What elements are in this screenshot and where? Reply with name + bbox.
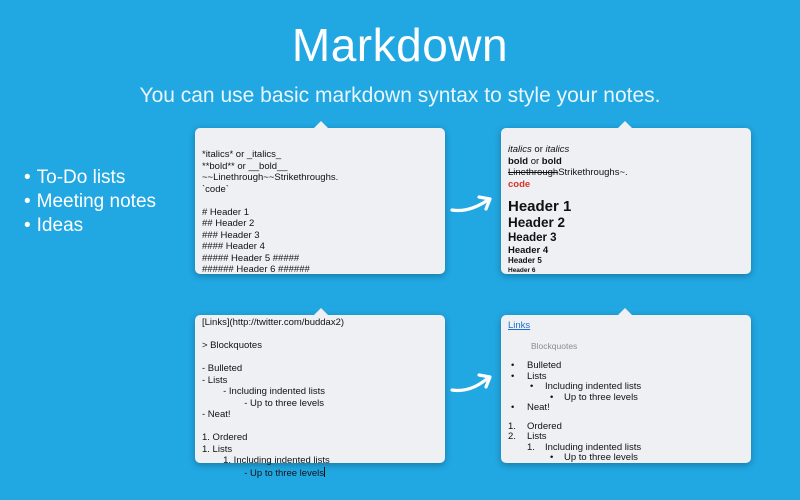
source-line: - Neat!	[202, 409, 231, 420]
bullet-mark: •	[550, 452, 554, 463]
feature-list: To-Do lists Meeting notes Ideas	[24, 166, 156, 238]
bold-text: bold	[541, 155, 562, 167]
source-line: - Lists	[202, 374, 228, 386]
source-line	[202, 421, 344, 433]
list-item: 2. Lists	[508, 431, 748, 442]
header-2: Header 2	[508, 215, 566, 230]
strike-line: LinethroughStrikethroughs~.	[508, 167, 628, 179]
markdown-preview: italics or italics bold or bold Linethro…	[508, 144, 628, 275]
header-4: Header 4	[508, 245, 549, 256]
list-item: • Neat!	[508, 402, 748, 413]
source-line: ##### Header 5 #####	[202, 252, 300, 264]
italic-text: italics	[508, 144, 532, 155]
feature-item: Ideas	[24, 214, 156, 238]
source-line: ## Header 2	[202, 218, 255, 229]
markdown-source-popover-bottom[interactable]: [Links](http://twitter.com/buddax2) > Bl…	[195, 308, 445, 479]
markdown-source-text[interactable]: *italics* or _italics_ **bold** or __bol…	[202, 149, 338, 276]
source-line: 1. Ordered	[202, 432, 248, 443]
source-line: - Up to three levels	[202, 397, 324, 409]
markdown-preview: Links Blockquotes • Bulleted • Lists • Incl…	[508, 320, 748, 463]
page-subtitle: You can use basic markdown syntax to sty…	[139, 84, 661, 107]
arrow-right-icon	[450, 195, 492, 213]
italic-text: italics	[545, 144, 570, 155]
connector-text: or	[531, 144, 546, 155]
feature-item: To-Do lists	[24, 166, 156, 190]
source-line: `code`	[202, 183, 229, 195]
source-line: - Including indented lists	[202, 386, 326, 397]
list-item: 1. Including indented lists	[508, 442, 748, 453]
list-item-text: Up to three levels	[564, 452, 638, 463]
source-line: ### Header 3	[202, 229, 260, 241]
strike-after-text: Strikethroughs~.	[558, 167, 628, 178]
list-item: • Including indented lists	[508, 381, 748, 392]
list-item: • Bulleted	[508, 360, 748, 371]
source-line: - Up to three levels	[202, 467, 324, 479]
source-line: *italics* or _italics_	[202, 149, 282, 160]
source-line: ~~Linethrough~~Strikethroughs.	[202, 172, 339, 183]
code-text: code	[508, 178, 531, 190]
list-item-text: Neat!	[527, 402, 550, 413]
text-cursor	[323, 466, 325, 477]
page-title: Markdown	[291, 19, 509, 71]
italics-line: italics or italics	[508, 144, 628, 156]
source-line: [Links](http://twitter.com/buddax2)	[202, 317, 345, 328]
source-line: # Header 1	[202, 206, 250, 218]
source-line: - Bulleted	[202, 363, 243, 374]
markdown-source-text[interactable]: [Links](http://twitter.com/buddax2) > Bl…	[202, 317, 344, 479]
list-item: • Lists	[508, 371, 748, 382]
header-6: Header 6	[508, 267, 536, 274]
feature-item: Meeting notes	[24, 190, 156, 214]
blockquote-text: Blockquotes	[531, 340, 578, 351]
header-1: Header 1	[508, 198, 572, 215]
source-line	[202, 195, 338, 207]
source-line: 1. Lists	[202, 443, 233, 455]
bold-line: bold or bold	[508, 156, 628, 168]
source-line: #### Header 4	[202, 241, 265, 252]
source-line	[202, 329, 344, 341]
bold-text: bold	[508, 155, 529, 167]
connector-text: or	[528, 155, 542, 167]
source-line	[202, 352, 344, 364]
bullet-mark: •	[511, 402, 515, 413]
list-item: • Up to three levels	[508, 392, 748, 403]
source-line: > Blockquotes	[202, 340, 262, 351]
strikethrough-text: Linethrough	[508, 167, 559, 178]
source-line: **bold** or __bold__	[202, 160, 288, 172]
markdown-preview-popover-top[interactable]: italics or italics bold or bold Linethro…	[501, 121, 751, 275]
markdown-source-popover-top[interactable]: *italics* or _italics_ **bold** or __bol…	[195, 121, 445, 276]
list-item: • Up to three levels	[508, 452, 748, 463]
markdown-preview-popover-bottom[interactable]: Links Blockquotes • Bulleted • Lists • Incl…	[501, 308, 751, 463]
source-line: 1. Including indented lists	[202, 455, 330, 466]
arrow-right-icon	[450, 373, 492, 393]
source-line: ###### Header 6 ######	[202, 264, 310, 275]
list-item: 1. Ordered	[508, 421, 748, 432]
header-5: Header 5	[508, 256, 542, 265]
header-3: Header 3	[508, 232, 557, 244]
link-text[interactable]: Links	[508, 320, 748, 332]
